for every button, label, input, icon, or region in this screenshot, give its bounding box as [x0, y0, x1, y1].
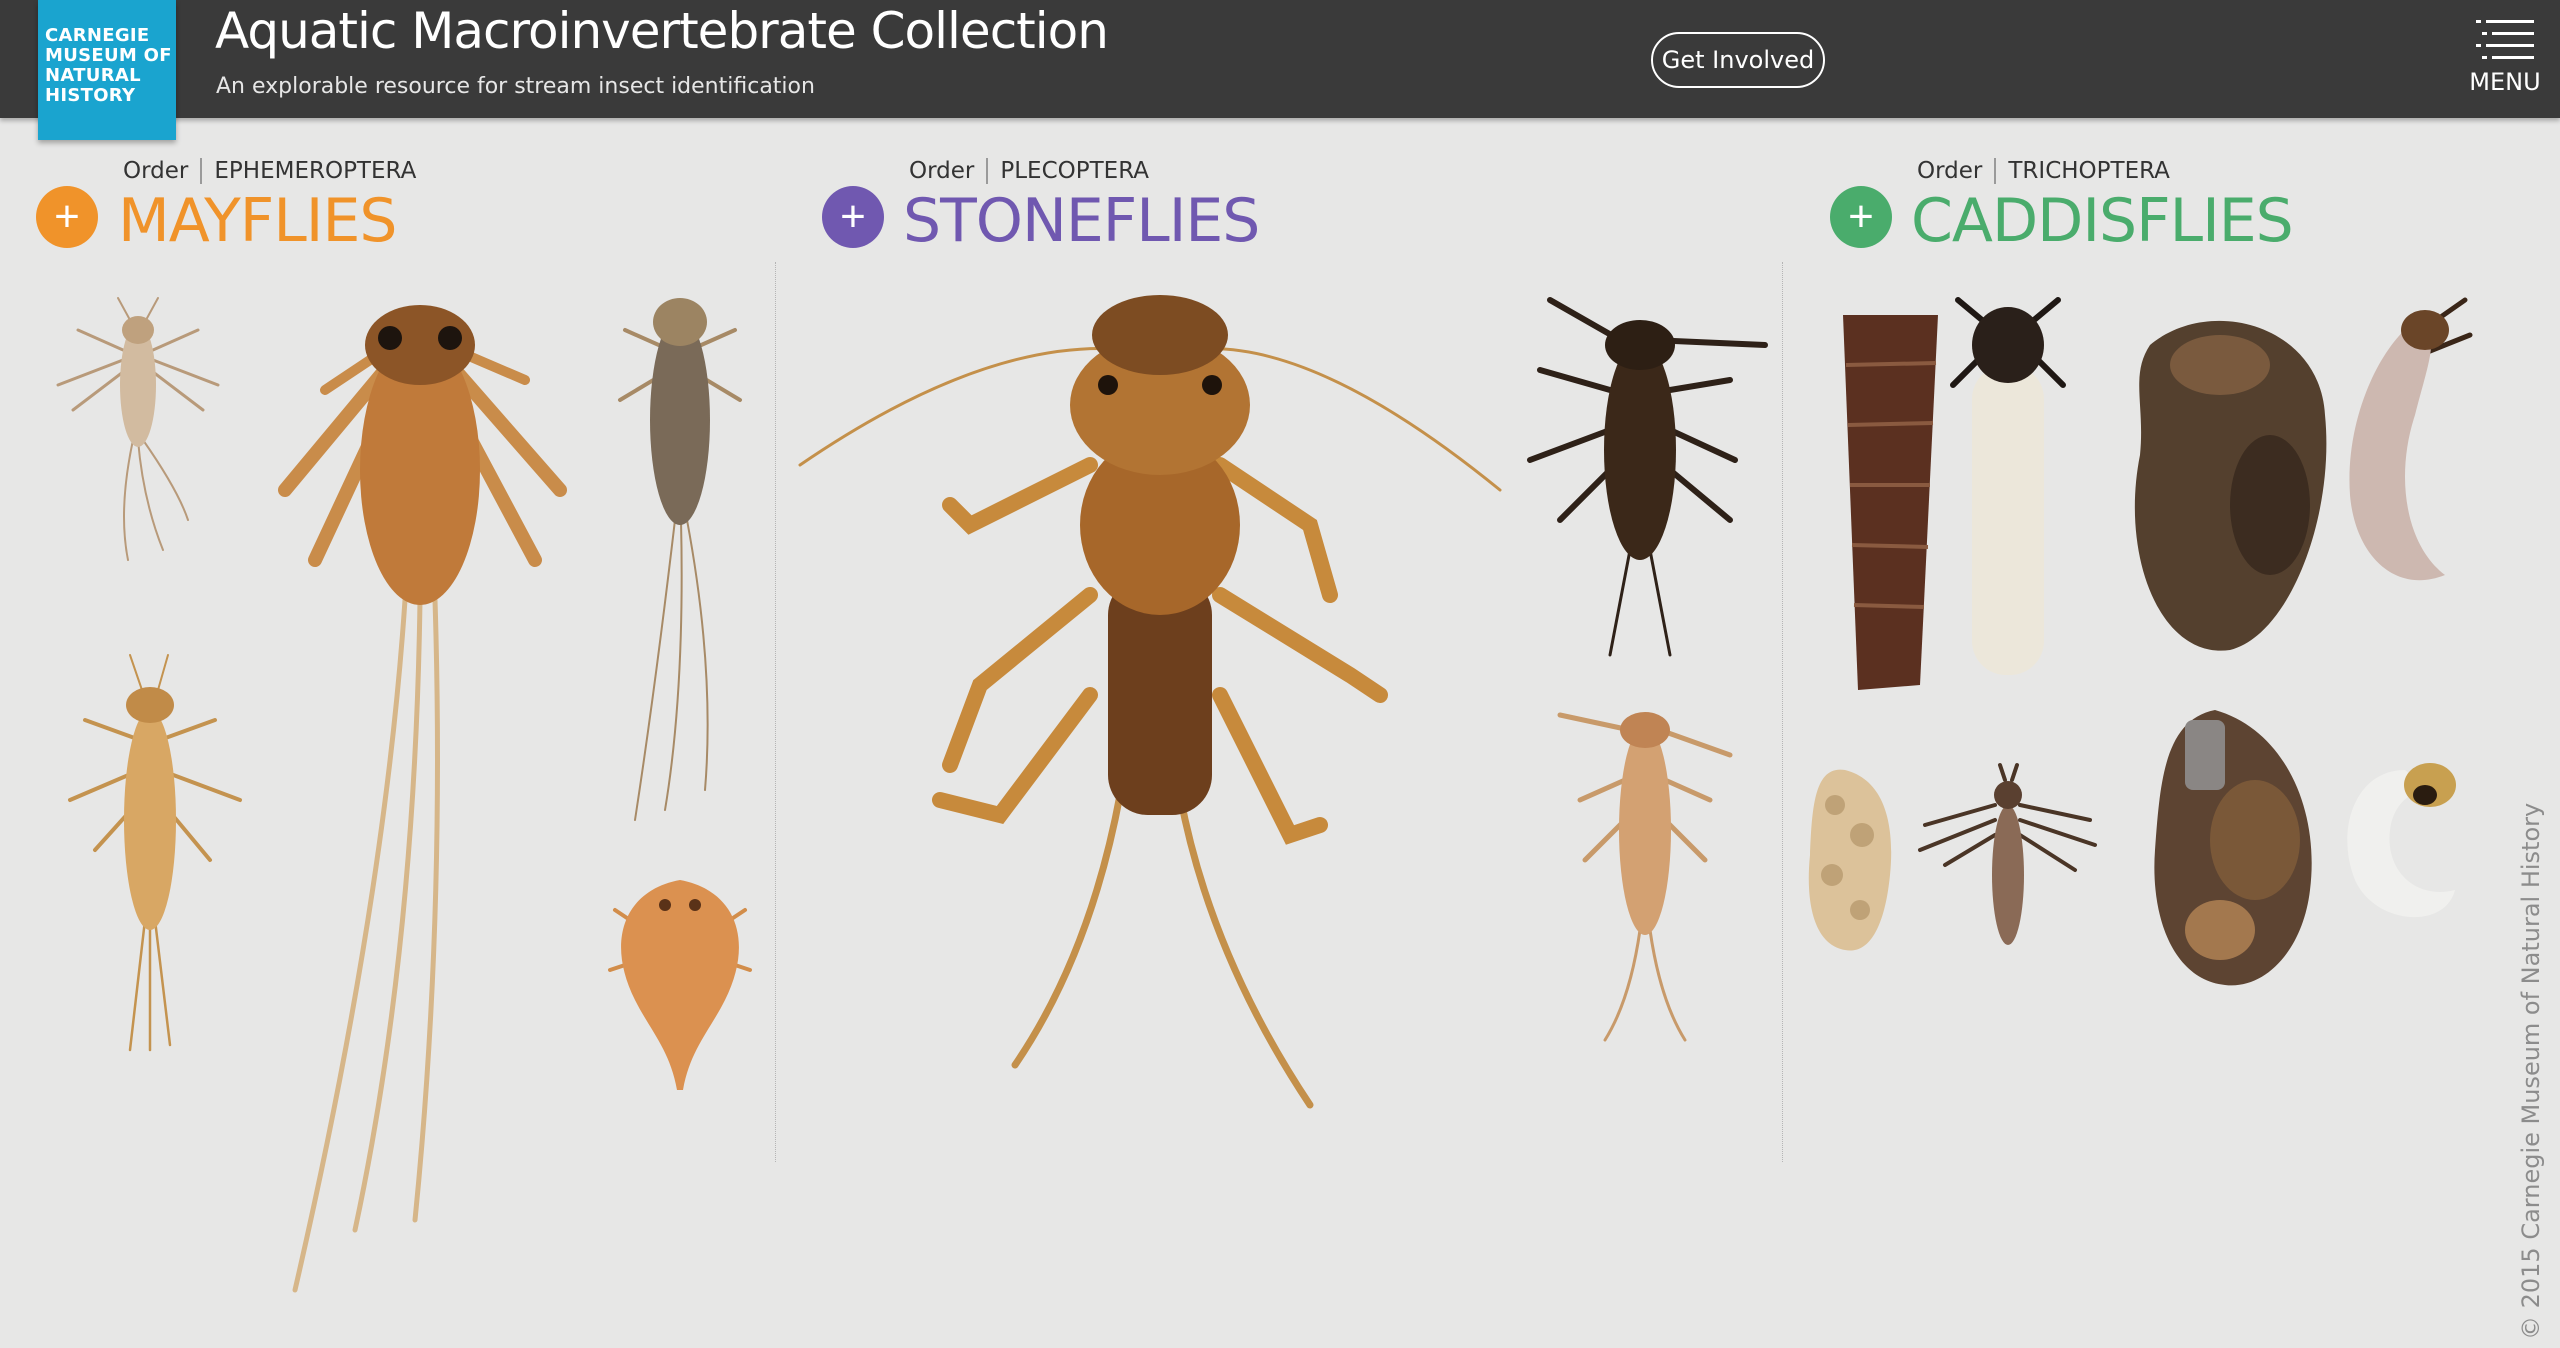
section-divider	[775, 262, 776, 1162]
order-line: Order PLECOPTERA	[909, 158, 1149, 184]
copyright-text: © 2015 Carnegie Museum of Natural Histor…	[2517, 802, 2545, 1340]
logo-line: CARNEGIE	[45, 25, 150, 46]
specimen-caddisfly-larva[interactable]	[2335, 295, 2475, 595]
expand-caddisflies-button[interactable]: +	[1830, 186, 1892, 248]
menu-label: MENU	[2469, 68, 2541, 96]
plus-icon: +	[840, 192, 866, 241]
order-value: EPHEMEROPTERA	[214, 158, 417, 184]
specimen-mayfly-nymph[interactable]	[38, 290, 238, 561]
menu-button[interactable]: MENU	[2460, 14, 2550, 104]
site-header: CARNEGIE MUSEUM OF NATURAL HISTORY Aquat…	[0, 0, 2560, 140]
specimen-caddisfly-case[interactable]	[1800, 765, 1900, 955]
section-title-stoneflies: STONEFLIES	[903, 186, 1260, 256]
section-divider	[1782, 262, 1783, 1162]
plus-icon: +	[54, 192, 80, 241]
specimen-caddisfly-case[interactable]	[1838, 305, 1946, 695]
logo-line: NATURAL	[45, 65, 141, 86]
specimen-caddisfly-larva[interactable]	[1948, 295, 2068, 700]
get-involved-button[interactable]: Get Involved	[1651, 32, 1825, 88]
specimen-caddisfly-case[interactable]	[2120, 305, 2340, 655]
order-key: Order	[123, 158, 203, 184]
site-subtitle: An explorable resource for stream insect…	[216, 74, 815, 99]
section-title-caddisflies: CADDISFLIES	[1911, 186, 2294, 256]
site-title: Aquatic Macroinvertebrate Collection	[215, 2, 1109, 60]
specimen-mayfly-nymph[interactable]	[265, 300, 585, 1293]
expand-mayflies-button[interactable]: +	[36, 186, 98, 248]
logo-line: HISTORY	[45, 85, 136, 106]
specimen-mayfly-nymph[interactable]	[605, 870, 755, 1090]
specimen-caddisfly-case[interactable]	[2145, 700, 2320, 990]
order-key: Order	[909, 158, 989, 184]
specimen-mayfly-nymph[interactable]	[615, 290, 745, 830]
specimen-stonefly-nymph[interactable]	[790, 295, 1502, 1115]
specimen-mayfly-nymph[interactable]	[40, 650, 260, 1060]
list-menu-icon	[2476, 20, 2534, 59]
museum-logo[interactable]: CARNEGIE MUSEUM OF NATURAL HISTORY	[38, 0, 176, 140]
section-title-mayflies: MAYFLIES	[118, 186, 397, 256]
expand-stoneflies-button[interactable]: +	[822, 186, 884, 248]
specimen-caddisfly-larva[interactable]	[1915, 763, 2100, 950]
order-key: Order	[1917, 158, 1997, 184]
order-line: Order EPHEMEROPTERA	[123, 158, 416, 184]
logo-line: MUSEUM OF	[45, 45, 172, 66]
specimen-stonefly-nymph[interactable]	[1557, 700, 1733, 1045]
plus-icon: +	[1848, 192, 1874, 241]
order-line: Order TRICHOPTERA	[1917, 158, 2170, 184]
specimen-caddisfly-larva[interactable]	[2335, 750, 2465, 925]
order-value: PLECOPTERA	[1000, 158, 1149, 184]
order-value: TRICHOPTERA	[2008, 158, 2170, 184]
specimen-stonefly-nymph[interactable]	[1510, 290, 1770, 660]
